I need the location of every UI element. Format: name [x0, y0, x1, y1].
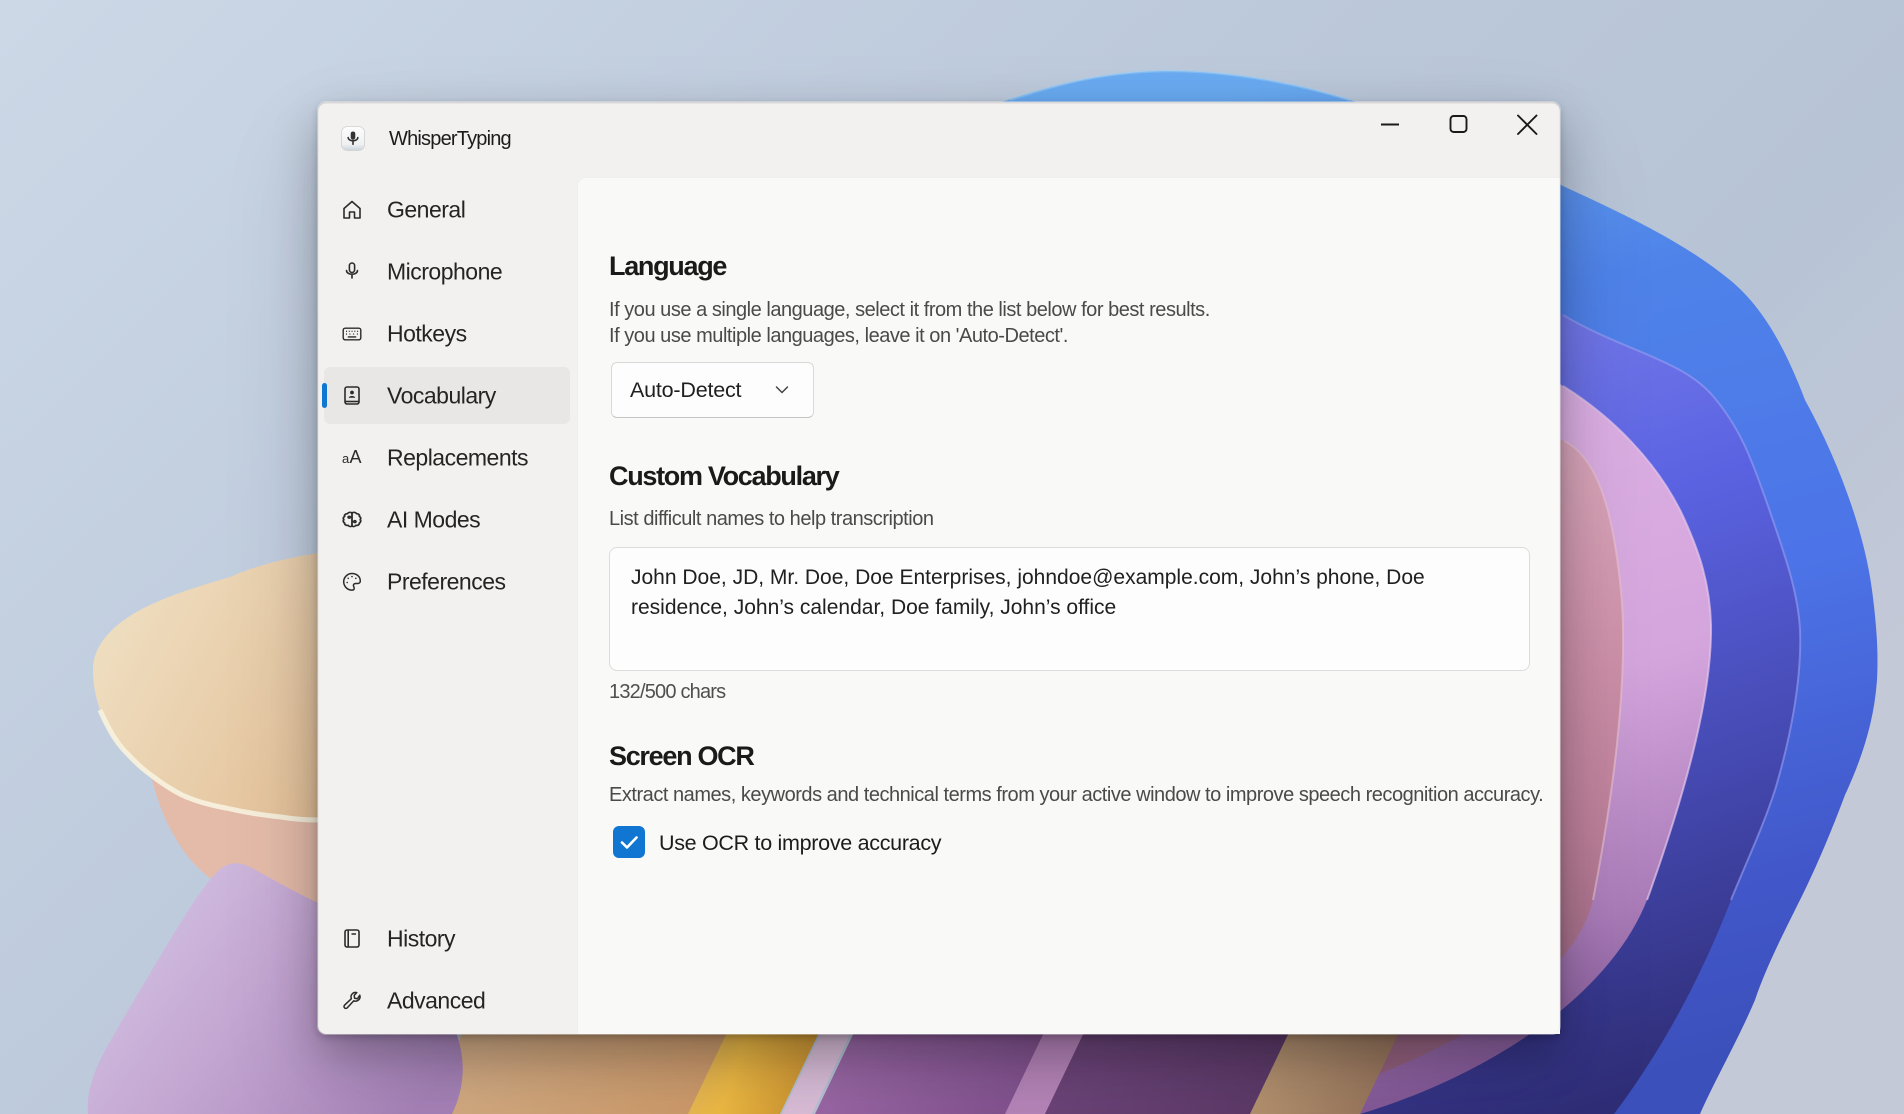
svg-text:A: A: [350, 447, 362, 467]
